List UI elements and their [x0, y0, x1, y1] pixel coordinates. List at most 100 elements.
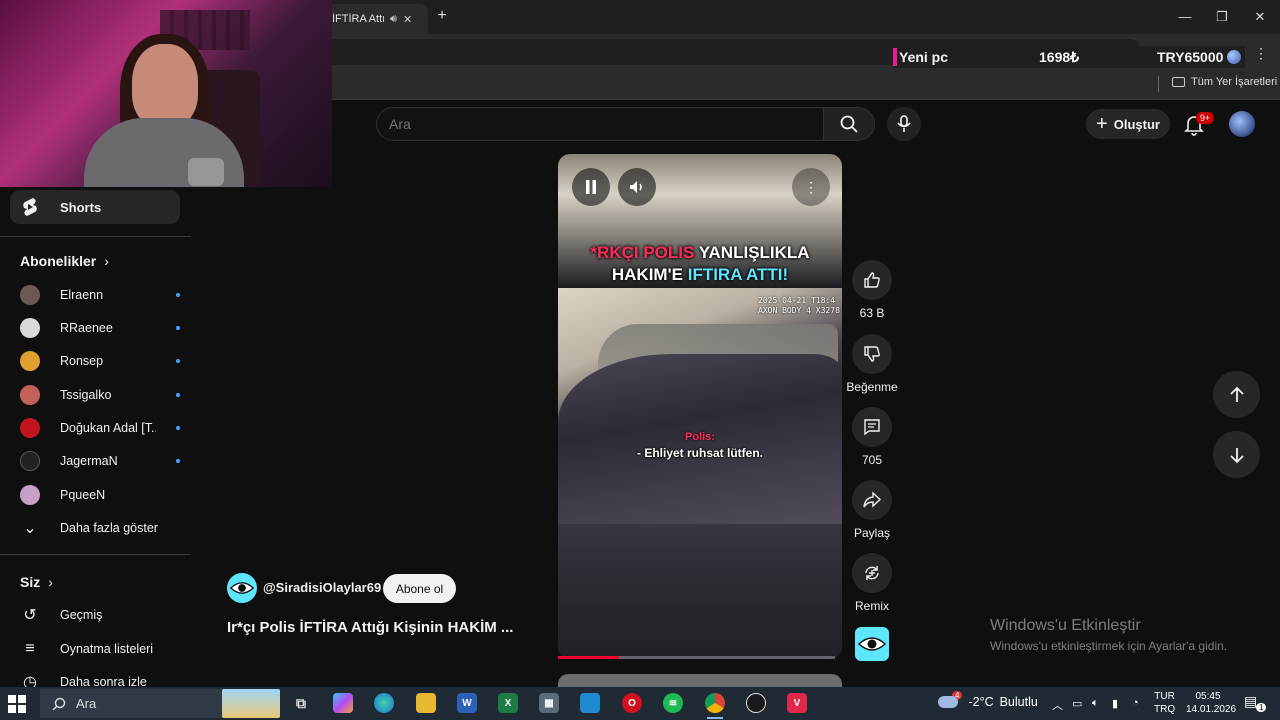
browser-tab[interactable]: İFTİRA Attığı 🔊︎ ✕ [322, 4, 428, 34]
vivaldi-icon[interactable]: V [787, 693, 807, 713]
channel-name: RRaenee [60, 321, 113, 335]
comment-icon [864, 419, 880, 436]
account-avatar[interactable] [1229, 111, 1255, 137]
obs-icon[interactable] [746, 693, 766, 713]
battery-icon[interactable]: ▭ [1072, 697, 1082, 710]
next-short-button[interactable] [1213, 431, 1260, 478]
taskbar-search-placeholder: Ara [76, 696, 97, 711]
edge-icon[interactable] [374, 693, 394, 713]
you-header[interactable]: Siz › [20, 574, 53, 590]
sidebar-item-subscription[interactable]: Ronsep [20, 347, 180, 375]
search-icon [52, 697, 66, 710]
windows-start-icon[interactable] [8, 695, 26, 713]
channel-handle[interactable]: @SiradisiOlaylar69 [263, 580, 381, 595]
comments-circle [852, 407, 892, 447]
pause-icon [586, 180, 596, 194]
copilot-icon[interactable] [333, 693, 353, 713]
overlay-amount: 1698₺ [1039, 48, 1080, 65]
donation-overlay: Yeni pc 1698₺ TRY65000 [893, 46, 1245, 68]
word-icon[interactable]: W [457, 693, 477, 713]
maximize-button[interactable]: ❐ [1208, 6, 1236, 28]
stamp-line-2: AXON BODY 4 X3278 [758, 306, 840, 315]
share-label: Paylaş [853, 526, 891, 540]
browser-menu-icon[interactable]: ⋮ [1254, 45, 1268, 62]
stamp-line-1: 2025-04-21 T18:4 [758, 296, 836, 305]
remix-button[interactable]: Remix [850, 553, 894, 613]
spotify-icon[interactable]: ≋ [663, 693, 683, 713]
clock[interactable]: 05:45 14.01.2026 [1186, 690, 1236, 716]
channel-avatar [20, 351, 40, 371]
tray-overflow-icon[interactable]: ︿ [1052, 697, 1063, 713]
weather-widget[interactable]: 4 -2°C Bulutlu [938, 690, 1038, 709]
speaker-icon[interactable]: 🔈︎ [1092, 697, 1099, 710]
sidebar-item-subscription[interactable]: Tssigalko [20, 381, 180, 409]
channel-name: Ronsep [60, 354, 104, 368]
comments-button[interactable]: 705 [850, 407, 894, 467]
excel-icon[interactable]: X [498, 693, 518, 713]
sidebar-item-subscription[interactable]: Elraenn [20, 281, 180, 309]
subscribe-button[interactable]: Abone ol [383, 574, 456, 603]
network-icon[interactable]: ◔ [1132, 697, 1139, 709]
task-view-icon[interactable]: ⧉ [291, 693, 311, 713]
chrome-active-indicator [707, 717, 723, 719]
you-title: Siz [20, 574, 41, 590]
next-short-preview[interactable] [558, 674, 842, 688]
dislike-button[interactable]: Beğenme [846, 334, 898, 394]
new-content-dot [176, 426, 180, 430]
like-button[interactable]: 63 B [850, 260, 894, 320]
create-button[interactable]: + Oluştur [1086, 109, 1170, 139]
file-explorer-icon[interactable] [416, 693, 436, 713]
sidebar-item-shorts[interactable]: Shorts [10, 190, 180, 224]
sidebar-item-playlists[interactable]: ≡ Oynatma listeleri [20, 635, 153, 663]
shorts-video-player[interactable]: ⋮ *RKÇI POLIS YANLIŞLIKLA HAKIM'E IFTIRA… [558, 154, 842, 659]
calculator-icon[interactable]: ▦ [539, 693, 559, 713]
channel-name: JagermaN [60, 454, 118, 468]
voice-search-button[interactable] [887, 107, 921, 141]
sidebar-divider [0, 236, 191, 237]
new-content-dot [176, 459, 180, 463]
chrome-icon[interactable] [705, 693, 725, 713]
minimize-button[interactable]: — [1171, 6, 1199, 28]
sidebar-item-subscription[interactable]: RRaenee [20, 314, 180, 342]
store-icon[interactable] [580, 693, 600, 713]
volume-button[interactable] [618, 168, 656, 206]
channel-name: Elraenn [60, 288, 104, 302]
activation-message: Windows'u etkinleştirmek için Ayarlar'a … [990, 639, 1228, 653]
taskbar-search[interactable]: Ara [40, 689, 280, 718]
bookmark-separator [1158, 76, 1159, 92]
subscriptions-header[interactable]: Abonelikler › [20, 253, 109, 269]
sidebar-item-subscription[interactable]: JagermaN [20, 447, 180, 475]
sidebar-item-subscription[interactable]: Doğukan Adal [T... [20, 414, 180, 442]
search-input[interactable] [377, 108, 823, 140]
video-progress-bar[interactable] [558, 656, 835, 659]
input-language[interactable]: TUR TRQ [1154, 690, 1175, 716]
dislike-circle [852, 334, 892, 374]
tab-close-icon[interactable]: ✕ [403, 13, 412, 26]
search-box [376, 107, 824, 141]
sidebar-item-history[interactable]: ↺ Geçmiş [20, 601, 102, 629]
microphone-icon[interactable]: ▮ [1112, 697, 1118, 710]
overlay-accent [893, 48, 897, 66]
share-button[interactable]: Paylaş [850, 480, 894, 540]
previous-short-button[interactable] [1213, 371, 1260, 418]
new-tab-button[interactable]: + [432, 6, 452, 26]
video-title[interactable]: Ir*çı Polis İFTİRA Attığı Kişinin HAKİM … [227, 619, 537, 636]
sidebar-item-subscription[interactable]: PqueeN [20, 481, 180, 509]
audio-icon[interactable]: 🔊︎ [390, 13, 397, 26]
opera-icon[interactable]: O [622, 693, 642, 713]
chevron-right-icon: › [104, 253, 109, 269]
remix-icon [865, 566, 879, 580]
close-window-button[interactable]: ✕ [1246, 6, 1274, 28]
windows-taskbar: Ara ⧉ W X ▦ O ≋ V 4 -2°C Bulutlu ︿ ▭ 🔈︎ … [0, 687, 1280, 720]
caption-white-2: HAKIM'E [611, 265, 683, 284]
channel-thumbnail[interactable] [855, 627, 889, 661]
search-button[interactable] [823, 107, 875, 141]
more-options-button[interactable]: ⋮ [792, 168, 830, 206]
share-icon [863, 491, 881, 508]
thumbs-down-icon [864, 346, 880, 362]
show-more-button[interactable]: ⌄ Daha fazla göster [20, 514, 158, 542]
channel-name: Doğukan Adal [T... [60, 421, 157, 435]
pause-button[interactable] [572, 168, 610, 206]
channel-avatar[interactable] [227, 573, 257, 603]
all-bookmarks-button[interactable]: Tüm Yer İşaretleri [1172, 76, 1277, 88]
